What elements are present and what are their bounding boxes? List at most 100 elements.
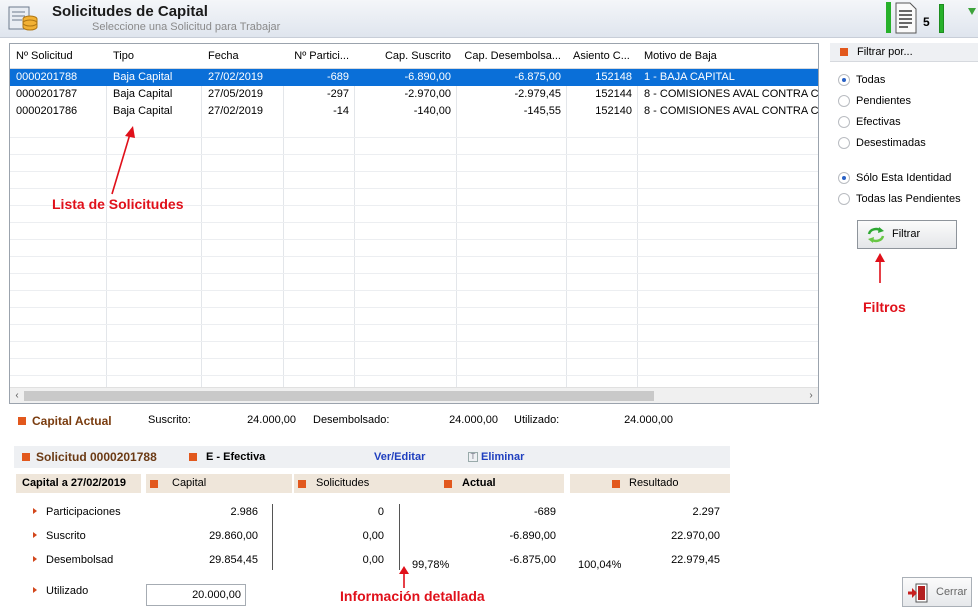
download-arrow-icon[interactable] — [966, 6, 978, 18]
suscrito-capital: 29.860,00 — [209, 530, 258, 542]
cell-fecha: 27/02/2019 — [208, 105, 264, 117]
radio-selected-icon[interactable] — [838, 74, 850, 86]
section-marker-icon — [22, 453, 30, 461]
scroll-left-icon[interactable]: ‹ — [11, 390, 23, 402]
horizontal-scrollbar[interactable]: ‹ › — [10, 387, 818, 403]
cell-nro: 0000201787 — [16, 88, 78, 100]
desembolsado-pct-actual: 99,78% — [412, 559, 450, 571]
row-bullet-icon — [33, 532, 37, 538]
grid-row-line — [10, 239, 818, 240]
column-separator — [272, 504, 273, 570]
desembolsado-row-label: Desembolsad — [46, 554, 114, 566]
cell-nro: 0000201786 — [16, 105, 78, 117]
capital-column-label: Capital — [172, 477, 207, 489]
table-row[interactable]: 0000201788 Baja Capital 27/02/2019 -689 … — [10, 69, 818, 86]
column-header-nro[interactable]: Nº Solicitud — [10, 44, 107, 69]
cell-participaciones: -689 — [326, 71, 349, 83]
radio-icon[interactable] — [838, 95, 850, 107]
cell-fecha: 27/05/2019 — [208, 88, 264, 100]
column-header-fecha[interactable]: Fecha — [202, 44, 284, 69]
ver-editar-link[interactable]: Ver/Editar — [374, 451, 425, 463]
capital-actual-title: Capital Actual — [32, 414, 112, 428]
annotation-list-label: Lista de Solicitudes — [52, 196, 184, 212]
solicitud-title: Solicitud 0000201788 — [36, 450, 157, 464]
resultado-column-header: Resultado — [570, 474, 730, 493]
utilizado-input[interactable] — [146, 584, 246, 606]
cell-suscrito: -2.970,00 — [404, 88, 451, 100]
column-separator — [399, 504, 400, 570]
cell-desembolsado: -2.979,45 — [514, 88, 561, 100]
section-marker-icon — [18, 417, 26, 425]
row-bullet-icon — [33, 508, 37, 514]
annotation-filters-label: Filtros — [863, 299, 906, 315]
column-header-asiento[interactable]: Asiento C... — [567, 44, 638, 69]
radio-icon[interactable] — [838, 193, 850, 205]
cell-participaciones: -14 — [333, 105, 349, 117]
suscrito-resultado: 22.970,00 — [671, 530, 720, 542]
column-header-suscrito[interactable]: Cap. Suscrito — [355, 44, 457, 69]
filtrar-label: Filtrar — [892, 228, 921, 240]
radio-icon[interactable] — [838, 116, 850, 128]
desembolsado-resultado: 22.979,45 — [671, 554, 720, 566]
solicitud-bar: Solicitud 0000201788 E - Efectiva Ver/Ed… — [14, 446, 730, 468]
cell-motivo: 8 - COMISIONES AVAL CONTRA CA — [644, 88, 818, 100]
grid-row-line — [10, 222, 818, 223]
column-header-participaciones[interactable]: Nº Partici... — [284, 44, 355, 69]
row-bullet-icon — [33, 587, 37, 593]
radio-selected-icon[interactable] — [838, 172, 850, 184]
document-list-icon[interactable] — [894, 2, 918, 34]
document-count-badge: 5 — [923, 15, 930, 29]
page-subtitle: Seleccione una Solicitud para Trabajar — [92, 21, 281, 33]
column-header-desembolsado[interactable]: Cap. Desembolsa... — [457, 44, 567, 69]
actual-column-label: Actual — [462, 477, 496, 489]
cell-motivo: 1 - BAJA CAPITAL — [644, 71, 735, 83]
scroll-right-icon[interactable]: › — [805, 390, 817, 402]
radio-label: Desestimadas — [856, 137, 926, 149]
cell-tipo: Baja Capital — [113, 71, 173, 83]
cell-asiento: 152140 — [595, 105, 632, 117]
desembolsado-label: Desembolsado: — [313, 414, 390, 426]
cell-participaciones: -297 — [326, 88, 349, 100]
actual-column-header: Actual — [440, 474, 564, 493]
delete-icon[interactable]: T — [468, 452, 478, 462]
table-row[interactable]: 0000201787 Baja Capital 27/05/2019 -297 … — [10, 86, 818, 103]
radio-label: Todas las Pendientes — [856, 193, 961, 205]
scrollbar-thumb[interactable] — [24, 391, 654, 401]
solicitudes-grid: Nº Solicitud Tipo Fecha Nº Partici... Ca… — [9, 43, 819, 404]
radio-icon[interactable] — [838, 137, 850, 149]
desembolsado-pct-resultado: 100,04% — [578, 559, 622, 571]
annotation-arrow-filters — [875, 253, 885, 283]
participaciones-label: Participaciones — [46, 506, 121, 518]
participaciones-capital: 2.986 — [230, 506, 258, 518]
filter-header: Filtrar por... — [830, 43, 978, 62]
cell-motivo: 8 - COMISIONES AVAL CONTRA CA — [644, 105, 818, 117]
annotation-detail-label: Información detallada — [340, 588, 485, 604]
column-header-motivo[interactable]: Motivo de Baja — [638, 44, 818, 69]
cell-asiento: 152148 — [595, 71, 632, 83]
annotation-arrow-list — [111, 126, 135, 195]
radio-label: Efectivas — [856, 116, 901, 128]
cerrar-button[interactable]: Cerrar — [902, 577, 972, 607]
cell-desembolsado: -145,55 — [523, 105, 561, 117]
participaciones-resultado: 2.297 — [692, 506, 720, 518]
capital-column-header: Capital — [146, 474, 292, 493]
grid-row-line — [10, 341, 818, 342]
eliminar-link[interactable]: Eliminar — [481, 451, 524, 463]
utilizado-value: 24.000,00 — [624, 414, 673, 426]
desembolsado-value: 24.000,00 — [449, 414, 498, 426]
cell-suscrito: -6.890,00 — [404, 71, 451, 83]
grid-row-line — [10, 273, 818, 274]
page-title: Solicitudes de Capital — [52, 3, 208, 20]
row-bullet-icon — [33, 556, 37, 562]
table-row[interactable]: 0000201786 Baja Capital 27/02/2019 -14 -… — [10, 103, 818, 120]
refresh-icon — [867, 227, 885, 243]
suscrito-solicitudes: 0,00 — [362, 530, 384, 542]
column-header-tipo[interactable]: Tipo — [107, 44, 202, 69]
participaciones-solicitudes: 0 — [377, 506, 384, 518]
suscrito-actual: -6.890,00 — [509, 530, 556, 542]
filtrar-button[interactable]: Filtrar — [857, 220, 957, 249]
grid-row-line — [10, 256, 818, 257]
progress-indicator-bar — [939, 4, 944, 33]
suscrito-value: 24.000,00 — [247, 414, 296, 426]
utilizado-label: Utilizado: — [514, 414, 560, 426]
